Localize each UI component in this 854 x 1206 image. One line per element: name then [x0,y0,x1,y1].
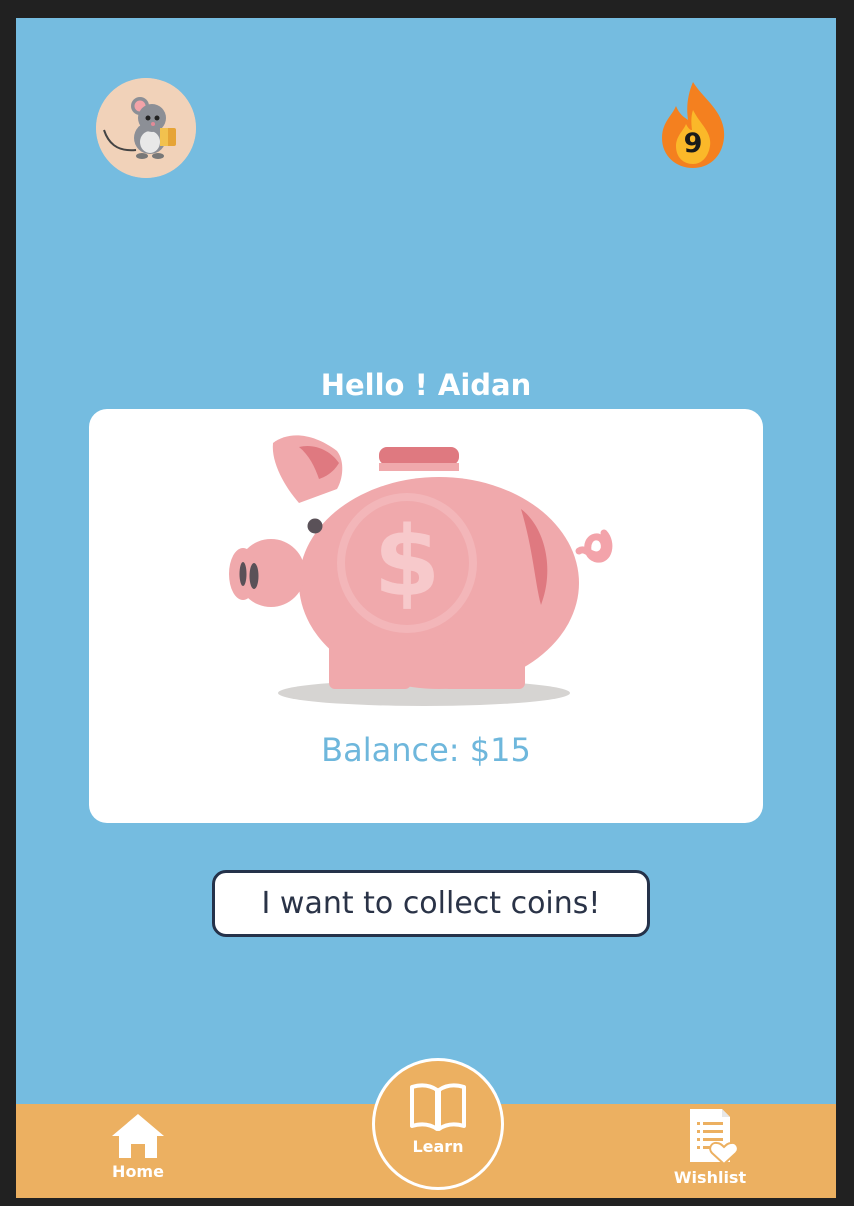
streak-counter: 9 [656,80,730,170]
piggy-bank-card: $ Balance: $15 [89,409,763,823]
nav-home[interactable]: Home [88,1110,188,1181]
avatar[interactable] [96,78,196,178]
mouse-avatar-icon [96,78,196,178]
svg-text:$: $ [374,506,441,618]
learn-label: Learn [412,1137,464,1156]
nav-wishlist-label: Wishlist [673,1168,747,1187]
collect-coins-button[interactable]: I want to collect coins! [212,870,650,937]
piggy-bank-icon: $ [229,435,613,706]
learn-button[interactable]: Learn [372,1058,504,1190]
book-icon [410,1083,466,1131]
app-screen: 9 Hello ! Aidan $ Balance: $15 I want to… [16,18,836,1198]
nav-wishlist[interactable]: Wishlist [660,1106,760,1187]
streak-count: 9 [683,128,703,159]
home-icon [112,1114,164,1158]
wishlist-icon [690,1109,738,1166]
balance-text: Balance: $15 [321,731,531,769]
greeting: Hello ! Aidan [320,368,532,402]
nav-home-label: Home [112,1162,164,1181]
